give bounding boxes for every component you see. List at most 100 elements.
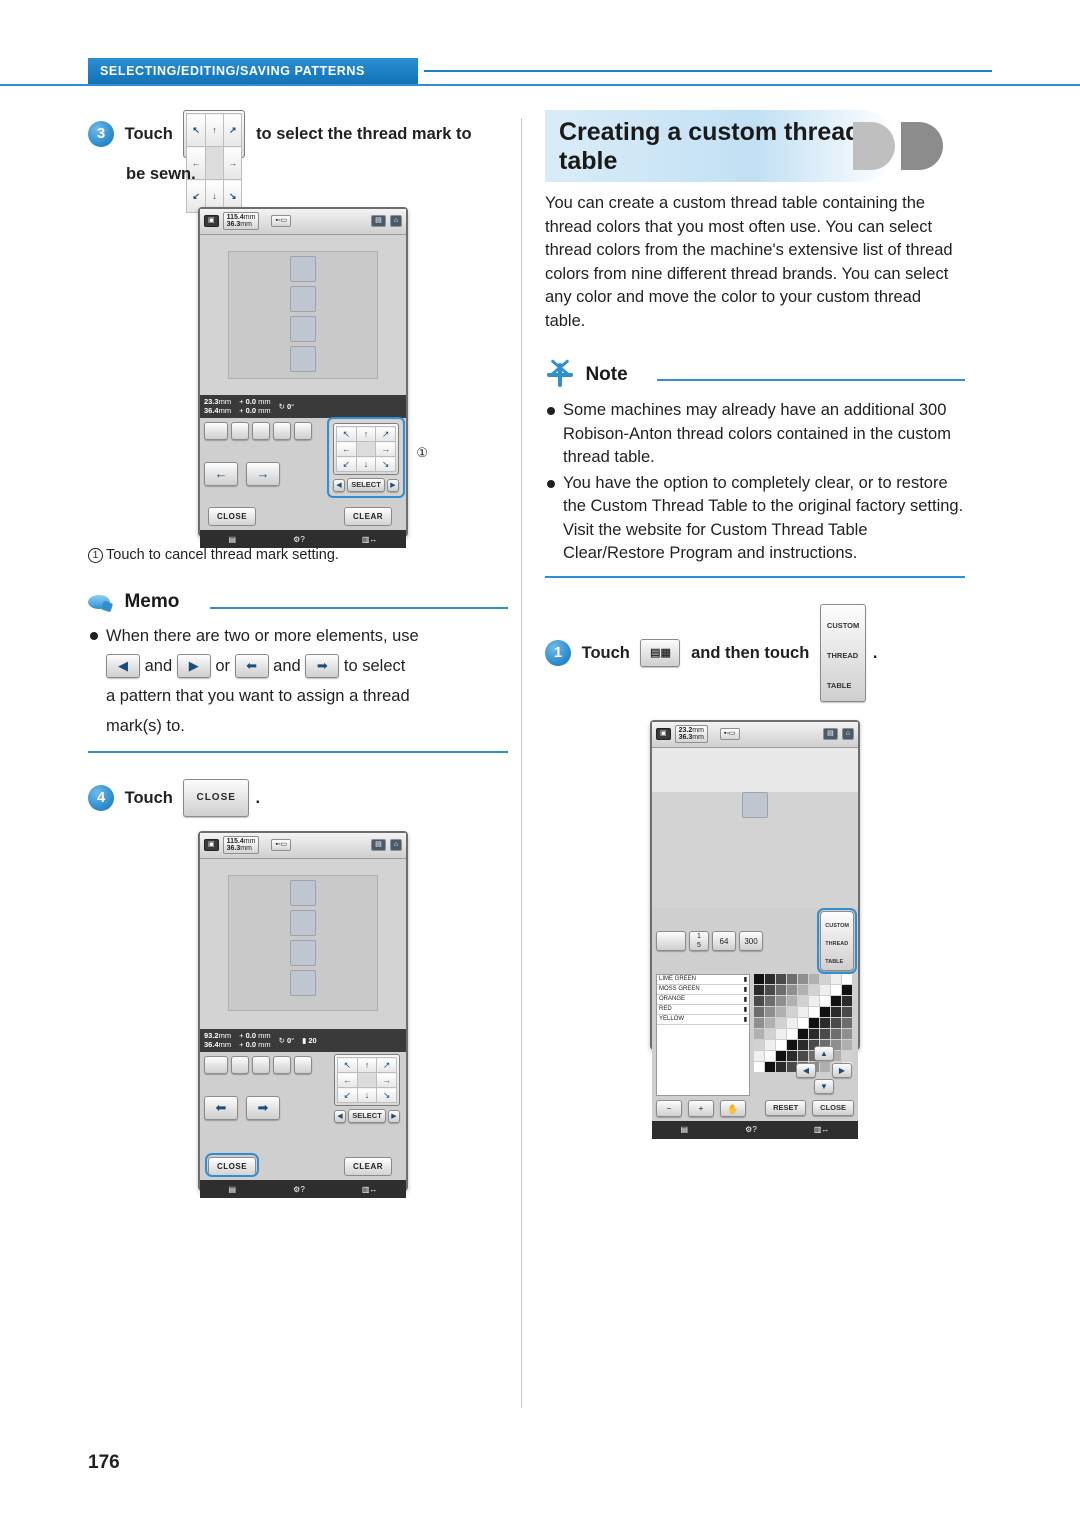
tool-key-1[interactable]: [204, 422, 228, 441]
color-swatch[interactable]: [765, 1006, 775, 1017]
home-icon[interactable]: ⌂: [389, 839, 402, 851]
color-swatch[interactable]: [765, 1061, 775, 1072]
color-swatch[interactable]: [765, 1017, 775, 1028]
list-item[interactable]: MOSS GREEN ▮: [657, 985, 749, 995]
list-item[interactable]: RED ▮: [657, 1005, 749, 1015]
color-swatch[interactable]: [820, 973, 830, 984]
color-swatch[interactable]: [809, 984, 819, 995]
next-element-button[interactable]: →: [246, 462, 280, 487]
color-swatch[interactable]: [787, 1028, 797, 1039]
clear-button-label-2[interactable]: CLEAR: [343, 1157, 392, 1177]
close-button-label-2[interactable]: CLOSE: [208, 1157, 257, 1177]
clear-button-label[interactable]: CLEAR: [343, 507, 392, 527]
needle-chip-icon[interactable]: ▪▫▭: [271, 215, 292, 227]
color-swatch[interactable]: [809, 1006, 819, 1017]
tool-key-2[interactable]: [231, 1056, 249, 1075]
color-swatch[interactable]: [787, 995, 797, 1006]
home-icon[interactable]: ⌂: [389, 215, 402, 227]
select-next-icon[interactable]: ▶: [387, 478, 399, 492]
status-icon-help[interactable]: ⚙?: [745, 1125, 757, 1134]
color-swatch[interactable]: [776, 1061, 786, 1072]
scroll-down-icon[interactable]: ▼: [814, 1078, 834, 1094]
clear-button-2[interactable]: CLEAR: [343, 1156, 392, 1177]
color-swatch[interactable]: [776, 1017, 786, 1028]
color-swatch[interactable]: [787, 1006, 797, 1017]
tool-key-4[interactable]: [273, 1056, 291, 1075]
select-button[interactable]: SELECT: [348, 1109, 386, 1124]
color-swatch[interactable]: [765, 973, 775, 984]
brand-300-button[interactable]: 300: [739, 930, 763, 951]
list-item[interactable]: ORANGE ▮: [657, 995, 749, 1005]
color-swatch[interactable]: [776, 1028, 786, 1039]
color-swatch[interactable]: [776, 1039, 786, 1050]
status-icon-help[interactable]: ⚙?: [293, 535, 305, 544]
zoom-in-button[interactable]: +: [688, 1099, 714, 1117]
arrow-pad-group-2[interactable]: ↖ ↑ ↗ ← → ↙ ↓ ↘ ◀ SELECT ▶: [334, 1054, 400, 1124]
color-swatch[interactable]: [842, 995, 852, 1006]
color-swatch[interactable]: [765, 1039, 775, 1050]
status-icon-1[interactable]: ▤: [229, 1185, 237, 1194]
color-swatch[interactable]: [765, 1050, 775, 1061]
status-icon-3[interactable]: ▥↔: [362, 1185, 378, 1194]
color-swatch[interactable]: [842, 1006, 852, 1017]
color-swatch[interactable]: [776, 984, 786, 995]
close-button-label[interactable]: CLOSE: [208, 507, 257, 527]
color-swatch[interactable]: [798, 1017, 808, 1028]
edit-chip-icon[interactable]: ▤: [371, 839, 386, 851]
color-swatch[interactable]: [809, 1017, 819, 1028]
color-swatch[interactable]: [776, 1006, 786, 1017]
custom-thread-table-key-icon[interactable]: CUSTOM THREAD TABLE: [819, 603, 867, 702]
color-swatch[interactable]: [754, 995, 764, 1006]
scroll-left-icon[interactable]: ◀: [796, 1062, 816, 1078]
color-swatch[interactable]: [820, 1006, 830, 1017]
thread-mark-arrow-pad[interactable]: ↖ ↑ ↗ ← → ↙ ↓ ↘ ◀ SELECT ▶: [327, 417, 405, 499]
edit-chip-icon[interactable]: ▤: [823, 728, 838, 740]
reset-button[interactable]: RESET: [765, 1100, 807, 1116]
thread-spool-icon[interactable]: [656, 930, 686, 951]
thread-palette-icon[interactable]: ▤▦: [640, 638, 681, 667]
color-swatch[interactable]: [842, 984, 852, 995]
color-swatch[interactable]: [787, 973, 797, 984]
color-swatch[interactable]: [842, 973, 852, 984]
needle-chip-icon[interactable]: ▪▫▭: [271, 839, 292, 851]
select-prev-icon[interactable]: ◀: [334, 1109, 346, 1123]
tool-key-3[interactable]: [252, 422, 270, 441]
color-swatch[interactable]: [831, 995, 841, 1006]
color-swatch[interactable]: [831, 1028, 841, 1039]
custom-thread-table-button[interactable]: CUSTOM THREAD TABLE: [817, 907, 857, 974]
select-button[interactable]: SELECT: [347, 478, 385, 493]
brand-64-button[interactable]: 64: [712, 930, 736, 951]
color-swatch[interactable]: [831, 984, 841, 995]
status-icon-3[interactable]: ▥↔: [362, 535, 378, 544]
list-item[interactable]: YELLOW ▮: [657, 1015, 749, 1025]
color-swatch[interactable]: [787, 984, 797, 995]
close-button-3[interactable]: CLOSE: [812, 1100, 854, 1116]
color-swatch[interactable]: [842, 1017, 852, 1028]
color-swatch[interactable]: [776, 1050, 786, 1061]
color-swatch[interactable]: [754, 1017, 764, 1028]
needle-chip-icon[interactable]: ▪▫▭: [719, 728, 740, 740]
color-swatch[interactable]: [776, 973, 786, 984]
prev-element-button[interactable]: ⬅: [204, 1096, 238, 1121]
color-swatch[interactable]: [754, 1006, 764, 1017]
tool-key-5[interactable]: [294, 422, 312, 441]
select-next-icon[interactable]: ▶: [388, 1109, 400, 1123]
color-swatch[interactable]: [754, 1028, 764, 1039]
close-button[interactable]: CLOSE: [208, 506, 257, 527]
color-swatch[interactable]: [798, 984, 808, 995]
list-item[interactable]: LIME GREEN ▮: [657, 975, 749, 985]
color-swatch[interactable]: [754, 984, 764, 995]
scroll-up-icon[interactable]: ▲: [814, 1045, 834, 1061]
close-key-icon[interactable]: CLOSE: [183, 778, 249, 817]
scroll-right-icon[interactable]: ▶: [832, 1062, 852, 1078]
status-icon-3[interactable]: ▥↔: [814, 1125, 830, 1134]
right-arrow-key-icon[interactable]: ▶: [176, 654, 211, 679]
arrow-pad-icon[interactable]: ↖ ↑ ↗ ← → ↙ ↓ ↘: [334, 1054, 400, 1107]
tool-key-5[interactable]: [294, 1056, 312, 1075]
home-icon[interactable]: ⌂: [841, 728, 854, 740]
status-icon-1[interactable]: ▤: [229, 535, 237, 544]
color-swatch[interactable]: [765, 984, 775, 995]
tool-key-2[interactable]: [231, 422, 249, 441]
color-swatch[interactable]: [809, 995, 819, 1006]
color-swatch[interactable]: [831, 973, 841, 984]
